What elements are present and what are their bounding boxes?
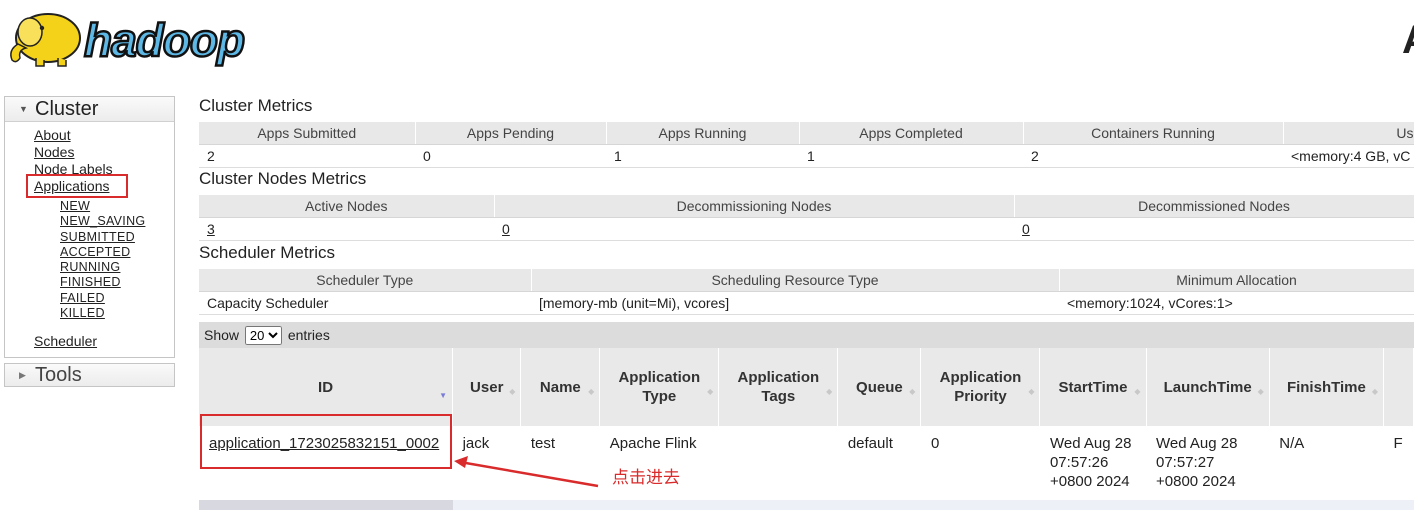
sort-icon: ◆ (1028, 387, 1035, 396)
value-used-resources: <memory:4 GB, vC (1283, 144, 1414, 168)
app-state-accepted[interactable]: ACCEPTED (60, 245, 145, 260)
header-apps-submitted: Apps Submitted (199, 122, 416, 145)
annotation-arrow-icon (454, 456, 599, 488)
column-finishtime[interactable]: FinishTime ◆ (1269, 348, 1385, 426)
triangle-right-icon: ▶ (19, 370, 26, 380)
tools-accordion-header[interactable]: ▶ Tools (4, 363, 175, 387)
value-scheduler-type: Capacity Scheduler (199, 291, 531, 315)
sort-icon: ◆ (1257, 387, 1264, 396)
sort-icon: ◆ (588, 387, 595, 396)
sort-icon: ◆ (826, 387, 833, 396)
value-apps-running: 1 (606, 144, 799, 168)
page-title-fragment: A (1402, 18, 1414, 63)
sort-icon: ◆ (1134, 387, 1141, 396)
triangle-down-icon: ▼ (19, 104, 28, 114)
show-entries-bar: Show 20 entries (199, 322, 1414, 348)
header-decommissioned-nodes: Decommissioned Nodes (1014, 195, 1414, 218)
app-state-killed[interactable]: KILLED (60, 306, 145, 321)
column-queue[interactable]: Queue ◆ (837, 348, 922, 426)
sidebar-link-scheduler[interactable]: Scheduler (34, 333, 97, 349)
cluster-metrics-title: Cluster Metrics (199, 96, 313, 115)
cell-finishtime: N/A (1269, 426, 1384, 499)
cell-starttime: Wed Aug 28 07:57:26 +0800 2024 (1039, 426, 1146, 499)
cell-launchtime: Wed Aug 28 07:57:27 +0800 2024 (1146, 426, 1270, 499)
cell-overflow: F (1383, 426, 1414, 499)
elephant-icon (10, 13, 81, 67)
sort-icon: ◆ (509, 387, 516, 396)
value-containers-running: 2 (1023, 144, 1283, 168)
header-apps-pending: Apps Pending (415, 122, 607, 145)
link-active-nodes[interactable]: 3 (207, 221, 215, 237)
value-minimum-allocation: <memory:1024, vCores:1> (1059, 291, 1414, 315)
header-decommissioning-nodes: Decommissioning Nodes (494, 195, 1015, 218)
scheduler-metrics-title: Scheduler Metrics (199, 243, 336, 262)
app-state-running[interactable]: RUNNING (60, 260, 145, 275)
annotation-text: 点击进去 (612, 468, 680, 487)
sidebar-link-about[interactable]: About (34, 127, 113, 144)
header-active-nodes: Active Nodes (199, 195, 495, 218)
sort-icon: ◆ (1371, 387, 1379, 396)
column-application-priority[interactable]: Application Priority ◆ (920, 348, 1041, 426)
value-apps-submitted: 2 (199, 144, 415, 168)
link-decommissioned-nodes[interactable]: 0 (1022, 221, 1030, 237)
tools-label: Tools (35, 364, 82, 386)
column-user[interactable]: User ◆ (452, 348, 522, 426)
value-apps-pending: 0 (415, 144, 606, 168)
node-metrics-title: Cluster Nodes Metrics (199, 169, 367, 188)
page-size-select[interactable]: 20 (244, 326, 282, 345)
cluster-metrics-table: Apps Submitted Apps Pending Apps Running… (199, 122, 1414, 168)
node-metrics-table: Active Nodes Decommissioning Nodes Decom… (199, 195, 1414, 241)
column-application-type[interactable]: Application Type ◆ (599, 348, 720, 426)
header-used-resources: Us (1283, 122, 1414, 145)
hadoop-logo[interactable]: hadoop (6, 2, 306, 72)
app-state-finished[interactable]: FINISHED (60, 275, 145, 290)
column-launchtime[interactable]: LaunchTime ◆ (1146, 348, 1270, 426)
cluster-label: Cluster (35, 98, 99, 120)
link-decommissioning-nodes[interactable]: 0 (502, 221, 510, 237)
column-name[interactable]: Name ◆ (520, 348, 601, 426)
cell-application-tags (718, 426, 838, 499)
column-starttime[interactable]: StartTime ◆ (1039, 348, 1147, 426)
header-containers-running: Containers Running (1023, 122, 1284, 145)
column-application-tags[interactable]: Application Tags ◆ (718, 348, 839, 426)
app-state-submitted[interactable]: SUBMITTED (60, 230, 145, 245)
value-apps-completed: 1 (799, 144, 1023, 168)
sort-desc-icon: ▼ (439, 391, 448, 400)
sidebar-cluster-panel: ▼ Cluster About Nodes Node Labels Applic… (4, 96, 175, 358)
sort-icon: ◆ (707, 387, 714, 396)
application-id-highlight-box (200, 414, 452, 469)
entries-label: entries (287, 327, 330, 343)
sidebar-link-nodes[interactable]: Nodes (34, 144, 113, 161)
app-state-failed[interactable]: FAILED (60, 291, 145, 306)
show-label: Show (204, 327, 240, 343)
applications-highlight-box (26, 174, 128, 198)
value-scheduling-resource-type: [memory-mb (unit=Mi), vcores] (531, 291, 1059, 315)
app-state-new[interactable]: NEW (60, 199, 145, 214)
hadoop-wordmark: hadoop (84, 14, 244, 66)
cluster-accordion-header[interactable]: ▼ Cluster (5, 97, 174, 122)
header-scheduler-type: Scheduler Type (199, 269, 532, 292)
next-row-stripe (199, 500, 1414, 510)
column-overflow (1383, 348, 1414, 426)
cell-priority: 0 (920, 426, 1040, 499)
header-apps-completed: Apps Completed (799, 122, 1024, 145)
cell-queue: default (837, 426, 921, 499)
header-scheduling-resource-type: Scheduling Resource Type (531, 269, 1060, 292)
header-minimum-allocation: Minimum Allocation (1059, 269, 1414, 292)
app-state-new-saving[interactable]: NEW_SAVING (60, 214, 145, 229)
sort-icon: ◆ (909, 387, 916, 396)
scheduler-metrics-table: Scheduler Type Scheduling Resource Type … (199, 269, 1414, 315)
header-apps-running: Apps Running (606, 122, 800, 145)
